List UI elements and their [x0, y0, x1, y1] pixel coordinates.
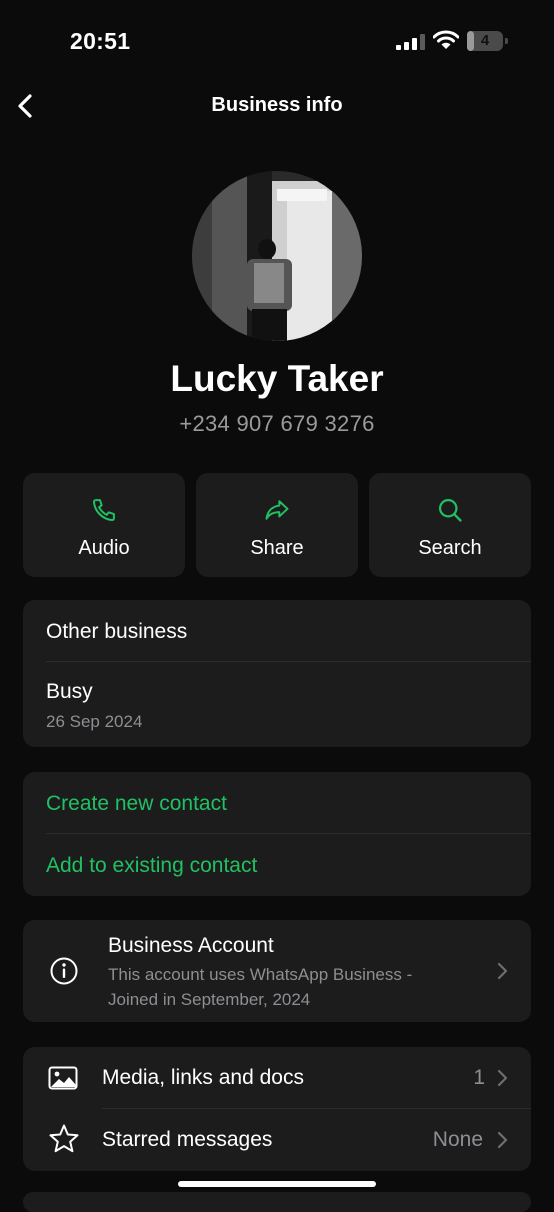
share-button[interactable]: Share	[196, 473, 358, 577]
business-account-title: Business Account	[108, 934, 274, 957]
audio-label: Audio	[78, 537, 130, 559]
audio-call-button[interactable]: Audio	[23, 473, 185, 577]
home-indicator[interactable]	[178, 1181, 376, 1187]
divider	[46, 661, 531, 662]
profile-avatar[interactable]	[192, 171, 362, 341]
business-account-description-line1: This account uses WhatsApp Business -	[108, 965, 413, 984]
business-account-description-line2: Joined in September, 2024	[108, 990, 311, 1009]
contact-name: Lucky Taker	[170, 358, 384, 399]
media-links-docs-label: Media, links and docs	[102, 1066, 304, 1089]
navigation-bar: Business info	[0, 80, 554, 134]
about-status-date: 26 Sep 2024	[46, 712, 143, 731]
add-to-existing-contact-button[interactable]: Add to existing contact	[46, 854, 257, 878]
status-bar: 20:51 4	[0, 0, 554, 80]
starred-messages-value: None	[432, 1128, 483, 1151]
page-title: Business info	[211, 94, 343, 116]
media-card: Media, links and docs 1 Starred messages…	[23, 1047, 531, 1171]
next-card	[23, 1192, 531, 1212]
starred-messages-label: Starred messages	[102, 1128, 273, 1151]
battery-percentage: 4	[480, 32, 490, 49]
chevron-right-icon	[497, 962, 508, 980]
battery-indicator: 4	[467, 31, 509, 51]
chevron-right-icon	[497, 1131, 508, 1149]
about-status: Busy	[46, 680, 93, 703]
divider	[102, 1108, 531, 1109]
chevron-right-icon	[497, 1069, 508, 1087]
business-account-card[interactable]: Business Account This account uses Whats…	[23, 920, 531, 1022]
divider	[46, 833, 531, 834]
status-time: 20:51	[70, 28, 131, 54]
share-label: Share	[250, 537, 304, 559]
business-category: Other business	[46, 620, 188, 643]
phone-icon	[92, 499, 115, 522]
about-card: Other business Busy 26 Sep 2024	[23, 600, 531, 747]
avatar-photo	[192, 171, 362, 341]
share-arrow-icon	[265, 500, 289, 520]
search-button[interactable]: Search	[369, 473, 531, 577]
search-icon	[438, 498, 462, 522]
media-count: 1	[473, 1066, 485, 1089]
search-label: Search	[418, 537, 482, 559]
create-new-contact-button[interactable]: Create new contact	[46, 792, 227, 816]
wifi-icon	[433, 30, 459, 49]
cellular-signal-icon	[396, 34, 425, 50]
contact-phone: +234 907 679 3276	[179, 411, 375, 436]
photo-gallery-icon	[48, 1066, 78, 1090]
contact-actions-card: Create new contact Add to existing conta…	[23, 772, 531, 896]
star-icon	[49, 1124, 79, 1153]
info-icon	[50, 957, 78, 985]
action-buttons: Audio Share Search	[23, 473, 531, 577]
